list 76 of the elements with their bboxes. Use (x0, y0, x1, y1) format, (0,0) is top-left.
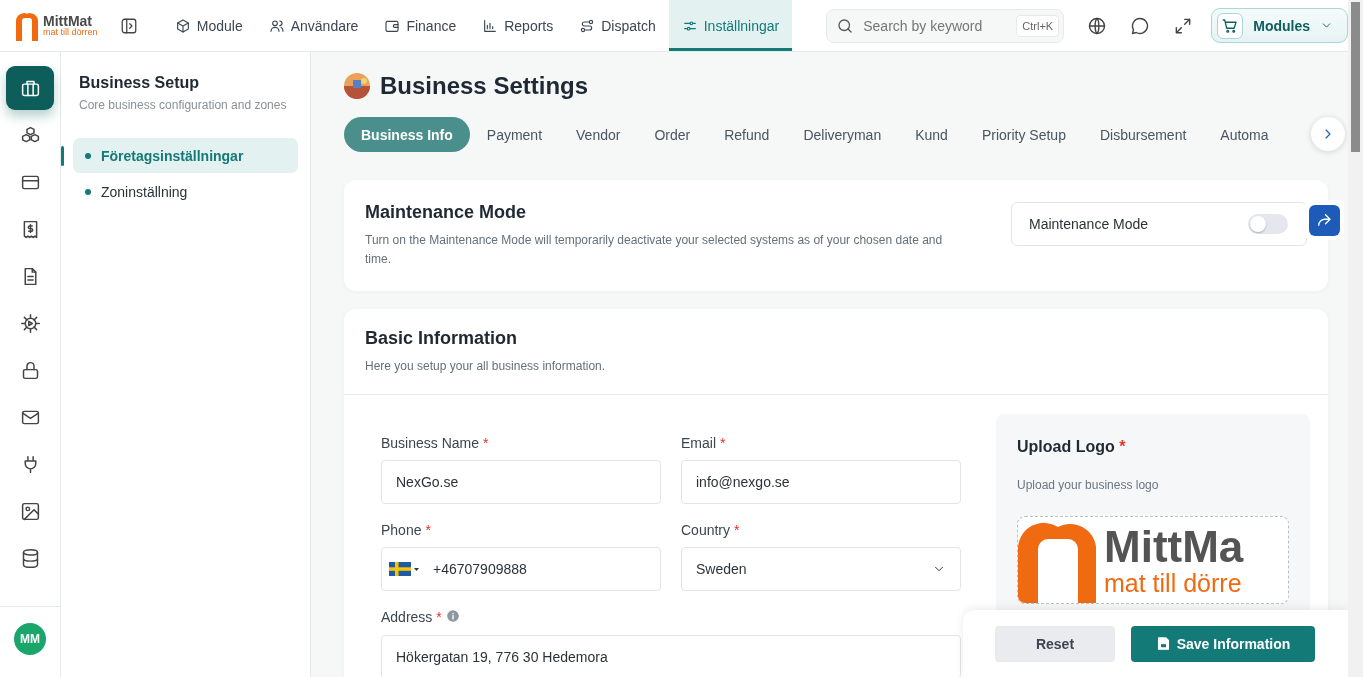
panel-icon (119, 16, 138, 35)
rail-button[interactable] (6, 66, 54, 110)
field-label: Business Name (381, 434, 480, 451)
field-label: Country (681, 521, 731, 538)
chat-button[interactable] (1130, 15, 1151, 36)
sidebar-title: Business Setup (79, 74, 201, 92)
image-icon (19, 500, 41, 522)
brand-name: MittMat (43, 13, 92, 28)
scrollbar[interactable] (1348, 0, 1363, 677)
settings-tab[interactable]: Kund (898, 117, 965, 152)
users-icon (268, 17, 285, 34)
nav-tab[interactable]: Inställningar (668, 0, 793, 51)
field-label: Phone (381, 521, 422, 538)
card-title: Basic Information (365, 328, 519, 350)
card-description: Here you setup your all business information. (365, 358, 607, 376)
route-icon (579, 17, 596, 34)
required-mark: * (1119, 437, 1126, 455)
logo-icon (14, 10, 40, 41)
logo-name: MittMa (1104, 524, 1244, 569)
brand-tagline: mat till dörren (43, 27, 98, 38)
input-field[interactable]: NexGo.se (381, 459, 661, 504)
toggle-label: Maintenance Mode (1029, 216, 1149, 232)
settings-tab[interactable]: Disbursement (1082, 117, 1204, 152)
input-field[interactable]: info@nexgo.se (681, 459, 961, 504)
cart-icon (1221, 16, 1240, 35)
cube-icon (174, 17, 191, 34)
logo-preview[interactable]: MittMa mat till dörre (1017, 515, 1289, 604)
settings-tab[interactable]: Payment (469, 117, 560, 152)
gear-icon (19, 312, 41, 334)
business-icon (344, 73, 370, 99)
nav-tab[interactable]: Användare (255, 0, 372, 51)
sidebar-item[interactable]: Företagsinställningar (73, 138, 298, 173)
required-mark: * (436, 609, 442, 626)
info-icon (445, 608, 460, 623)
input-field[interactable]: Hökergatan 19, 776 30 Hedemora (381, 634, 961, 677)
sidebar-toggle-icon[interactable] (119, 16, 138, 35)
sidebar-item[interactable]: Zoninställning (73, 174, 298, 209)
required-mark: * (483, 434, 489, 451)
country-select[interactable]: Sweden (681, 546, 961, 591)
upload-title: Upload Logo (1017, 437, 1115, 455)
nav-tab[interactable]: Module (161, 0, 256, 51)
settings-tab[interactable]: Business Info (344, 117, 470, 152)
settings-tab[interactable]: Priority Setup (964, 117, 1083, 152)
nav-tab[interactable]: Dispatch (566, 0, 669, 51)
nav-tab[interactable]: Reports (469, 0, 567, 51)
settings-tab[interactable]: Vendor (559, 117, 638, 152)
save-icon (1155, 636, 1171, 651)
page-title: Business Settings (380, 72, 589, 100)
save-button[interactable]: Save Information (1131, 625, 1315, 662)
reset-button[interactable]: Reset (995, 625, 1115, 662)
settings-tab[interactable]: Deliveryman (786, 117, 899, 152)
field-label: Email (681, 434, 716, 451)
globe-icon (1087, 15, 1108, 36)
flag-icon[interactable] (389, 561, 419, 576)
bar-chart-icon (482, 17, 499, 34)
active-indicator (61, 146, 64, 166)
required-mark: * (425, 521, 431, 538)
sidebar-subtitle: Core business configuration and zones (79, 98, 288, 112)
card-title: Maintenance Mode (365, 202, 528, 223)
modules-button[interactable]: Modules (1211, 8, 1348, 43)
field-label: Address (381, 609, 433, 626)
share-icon (1315, 211, 1333, 229)
language-button[interactable] (1087, 15, 1108, 36)
toggle-switch[interactable] (1248, 214, 1288, 234)
card-description: Turn on the Maintenance Mode will temporarily deactivate your selected systems as of your chosen date and time. (365, 232, 944, 269)
settings-tab[interactable]: Order (637, 117, 708, 152)
settings-tab[interactable]: Automa (1203, 117, 1286, 152)
chat-icon (1130, 15, 1151, 36)
upload-hint: Upload your business logo (1017, 477, 1160, 492)
phone-field[interactable]: +46707909888 (381, 546, 661, 591)
settings-tab[interactable]: Refund (707, 117, 787, 152)
shortcut-hint: Ctrl+K (1016, 14, 1060, 37)
logo-tagline: mat till dörre (1104, 570, 1243, 596)
required-mark: * (734, 521, 740, 538)
nav-tab[interactable]: Finance (371, 0, 470, 51)
required-mark: * (720, 434, 726, 451)
